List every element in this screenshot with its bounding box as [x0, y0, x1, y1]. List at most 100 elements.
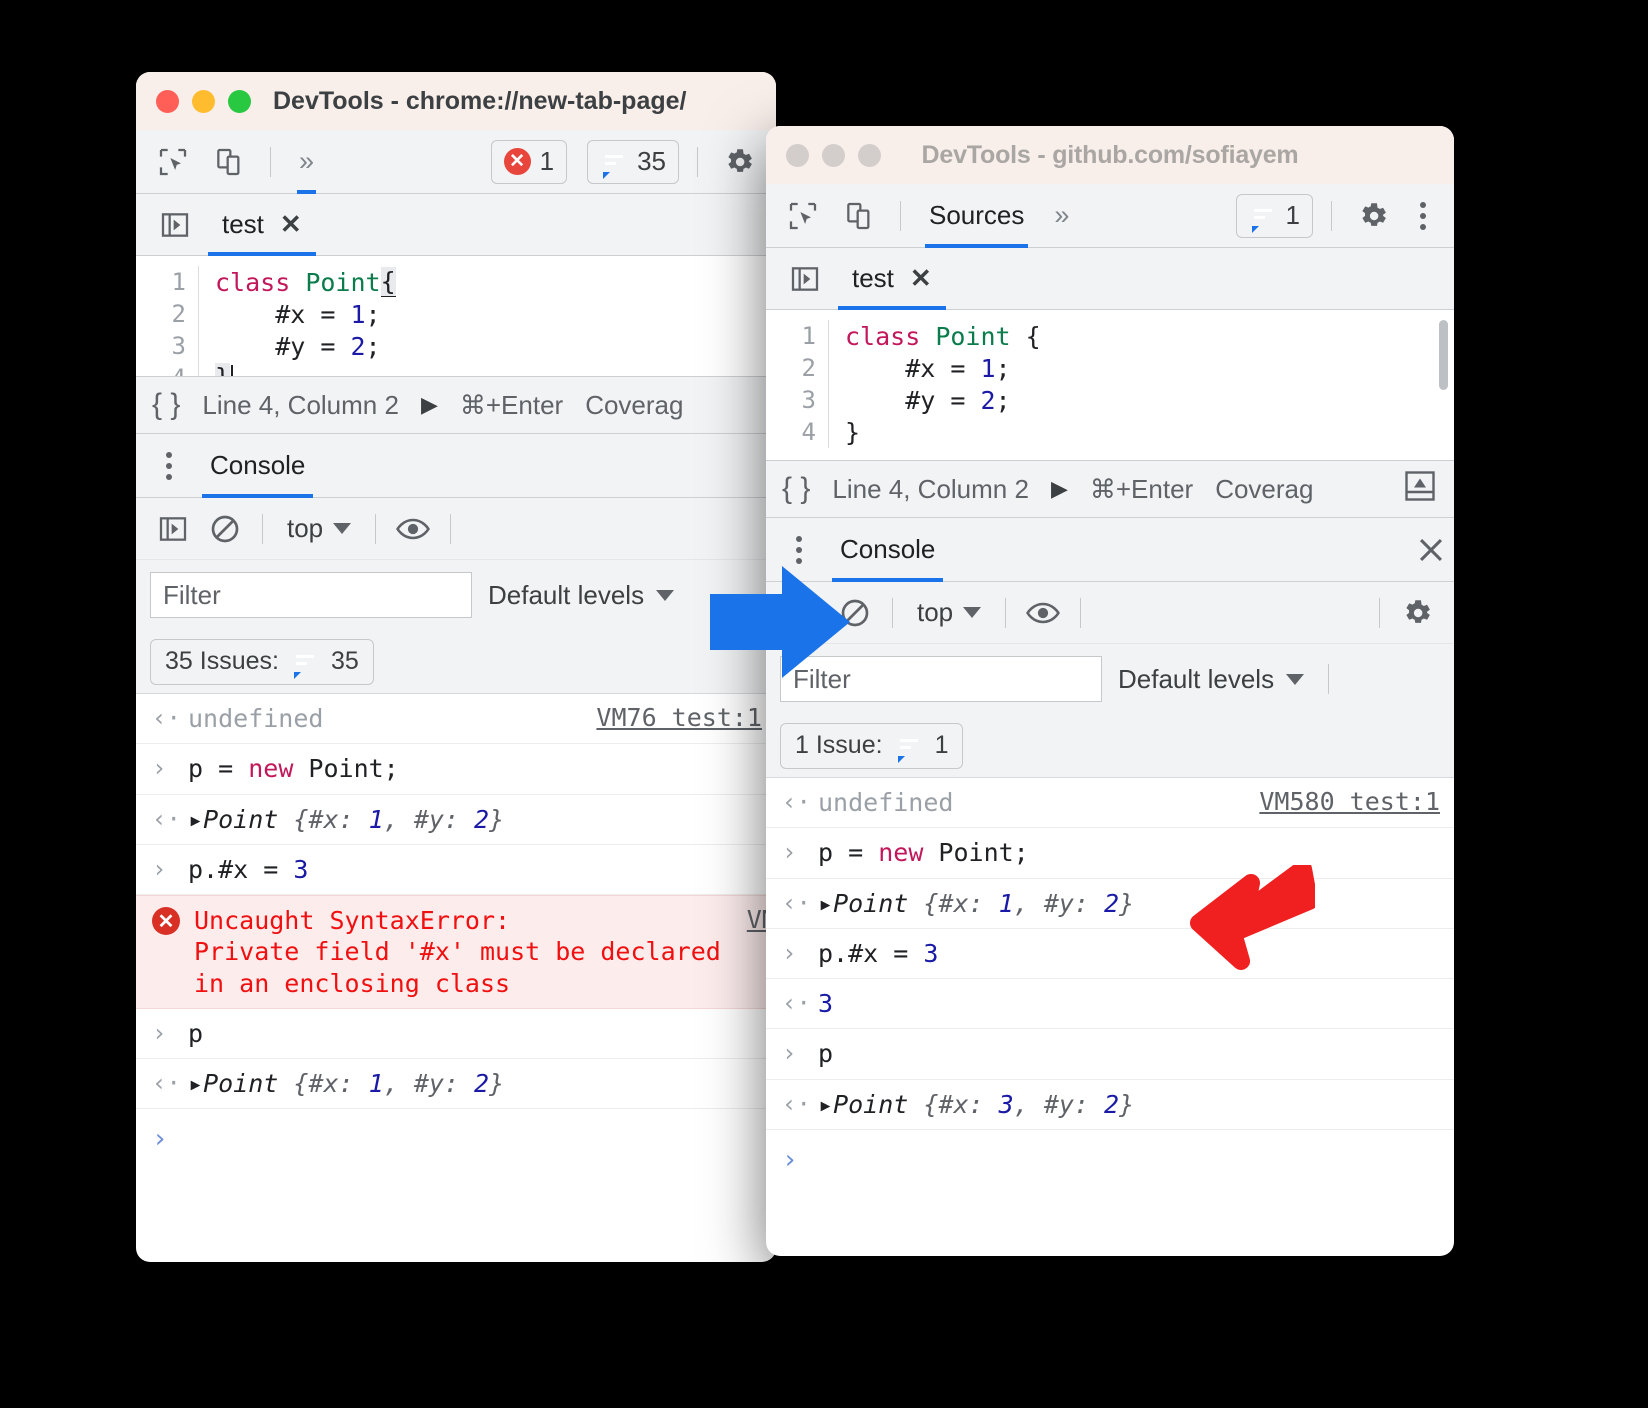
console-message-object[interactable]: ‹· ▸Point {#x: 1, #y: 2} — [136, 1059, 776, 1110]
left-file-tabs[interactable]: test ✕ — [136, 194, 776, 256]
context-label: top — [287, 513, 324, 543]
console-message-input[interactable]: › p = new Point; — [136, 744, 776, 795]
right-devtools-toolbar[interactable]: Sources » 1 — [766, 184, 1454, 248]
maximize-window-button[interactable] — [858, 143, 881, 167]
kebab-menu-icon[interactable] — [1406, 201, 1440, 230]
editor-scrollbar[interactable] — [1439, 320, 1448, 390]
pretty-print-icon[interactable]: { } — [782, 472, 810, 506]
console-message-result[interactable]: ‹· 3 — [766, 979, 1454, 1030]
device-toolbar-icon[interactable] — [206, 139, 252, 185]
message-source[interactable]: VM76 test:1 — [596, 703, 762, 732]
right-editor-statusbar[interactable]: { } Line 4, Column 2 ▶ ⌘+Enter Coverag — [766, 460, 1454, 518]
inspect-cursor-icon[interactable] — [150, 139, 196, 185]
coverage-label[interactable]: Coverag — [1215, 474, 1313, 505]
gear-icon[interactable] — [716, 139, 762, 185]
message-text: ▸Point {#x: 1, #y: 2} — [818, 888, 1135, 918]
message-source[interactable]: VM580 test:1 — [1259, 787, 1440, 816]
show-navigator-icon[interactable] — [152, 202, 198, 248]
run-snippet-icon[interactable]: ▶ — [421, 392, 438, 418]
right-console-header[interactable]: Console — [766, 518, 1454, 582]
red-callout-arrow — [1185, 860, 1318, 980]
console-message-input[interactable]: › p — [136, 1009, 776, 1059]
console-message-error[interactable]: ✕ Uncaught SyntaxError: Private field '#… — [136, 895, 776, 1009]
close-window-button[interactable] — [156, 89, 179, 113]
console-prompt[interactable]: › — [766, 1130, 1454, 1191]
issues-chip[interactable]: 1 Issue: 1 — [780, 722, 964, 769]
right-filter-row[interactable]: Default levels — [766, 644, 1454, 714]
left-issues-bar[interactable]: 35 Issues: 35 — [136, 630, 776, 694]
run-shortcut: ⌘+Enter — [1089, 473, 1194, 504]
cursor-position: Line 4, Column 2 — [832, 473, 1029, 504]
message-text: p.#x = 3 — [188, 854, 309, 884]
close-icon[interactable]: ✕ — [280, 209, 302, 240]
right-console-messages[interactable]: ‹· undefined VM580 test:1 › p = new Poin… — [766, 778, 1454, 1191]
right-code-editor[interactable]: 1 class Point { 2 #x = 1; 3 #y = 2; 4 } — [766, 310, 1454, 460]
kebab-menu-icon[interactable] — [152, 451, 186, 480]
error-counter[interactable]: ✕ 1 — [490, 139, 568, 184]
console-message-input[interactable]: › p.#x = 3 — [766, 929, 1454, 979]
console-sidebar-icon[interactable] — [150, 506, 196, 552]
more-panels-button[interactable]: » — [1044, 202, 1079, 229]
traffic-lights[interactable] — [156, 89, 251, 113]
left-editor-statusbar[interactable]: { } Line 4, Column 2 ▶ ⌘+Enter Coverag — [136, 376, 776, 434]
show-drawer-icon[interactable] — [1402, 468, 1438, 511]
execution-context-selector[interactable]: top — [277, 513, 361, 544]
execution-context-selector[interactable]: top — [907, 597, 991, 628]
console-message-object[interactable]: ‹· ▸Point {#x: 1, #y: 2} — [766, 879, 1454, 929]
left-console-toolbar[interactable]: top — [136, 498, 776, 560]
tab-console[interactable]: Console — [202, 434, 314, 498]
close-window-button[interactable] — [786, 143, 809, 167]
console-message-result[interactable]: ‹· undefined VM76 test:1 — [136, 694, 776, 745]
console-divider-2 — [375, 513, 377, 544]
right-console-toolbar[interactable]: top — [766, 582, 1454, 644]
left-window-title: DevTools - chrome://new-tab-page/ — [273, 86, 687, 115]
console-message-input[interactable]: › p — [766, 1029, 1454, 1080]
file-tab-test[interactable]: test ✕ — [208, 194, 316, 256]
left-filter-row[interactable]: Default levels — [136, 560, 776, 630]
issues-chip[interactable]: 35 Issues: 35 — [150, 638, 374, 685]
console-message-object[interactable]: ‹· ▸Point {#x: 3, #y: 2} — [766, 1080, 1454, 1130]
panel-tab-sources[interactable]: Sources — [919, 184, 1034, 248]
gear-icon[interactable] — [1394, 590, 1440, 636]
right-file-tabs[interactable]: test ✕ — [766, 248, 1454, 310]
result-marker: ‹· — [152, 1069, 181, 1097]
console-prompt[interactable]: › — [136, 1109, 776, 1170]
maximize-window-button[interactable] — [228, 89, 251, 113]
issues-counter[interactable]: 35 — [587, 139, 679, 184]
issues-counter[interactable]: 1 — [1235, 193, 1313, 238]
device-toolbar-icon[interactable] — [836, 193, 882, 239]
minimize-window-button[interactable] — [822, 143, 845, 167]
log-levels-dropdown[interactable]: Default levels — [1118, 664, 1305, 695]
close-icon[interactable] — [1408, 527, 1454, 573]
devtools-window-left[interactable]: DevTools - chrome://new-tab-page/ » ✕ 1 … — [136, 72, 776, 1262]
minimize-window-button[interactable] — [192, 89, 215, 113]
gear-icon[interactable] — [1350, 193, 1396, 239]
left-console-messages[interactable]: ‹· undefined VM76 test:1 › p = new Point… — [136, 694, 776, 1170]
console-message-result[interactable]: ‹· undefined VM580 test:1 — [766, 778, 1454, 829]
traffic-lights[interactable] — [786, 143, 881, 167]
file-tab-test[interactable]: test ✕ — [838, 248, 946, 310]
clear-console-icon[interactable] — [202, 506, 248, 552]
left-code-editor[interactable]: 1 class Point { 2 #x = 1; 3 #y = 2; 4 } — [136, 256, 776, 376]
console-message-object[interactable]: ‹· ▸Point {#x: 1, #y: 2} — [136, 795, 776, 845]
issue-icon — [291, 649, 319, 679]
pretty-print-icon[interactable]: { } — [152, 388, 180, 422]
console-message-input[interactable]: › p = new Point; — [766, 828, 1454, 879]
coverage-label[interactable]: Coverag — [585, 390, 683, 421]
right-issues-bar[interactable]: 1 Issue: 1 — [766, 714, 1454, 778]
left-devtools-toolbar[interactable]: » ✕ 1 35 — [136, 130, 776, 194]
console-message-input[interactable]: › p.#x = 3 — [136, 845, 776, 895]
live-expression-icon[interactable] — [1020, 590, 1066, 636]
left-console-header[interactable]: Console — [136, 434, 776, 498]
live-expression-icon[interactable] — [390, 506, 436, 552]
issue-icon — [600, 149, 628, 179]
run-snippet-icon[interactable]: ▶ — [1051, 476, 1068, 502]
inspect-cursor-icon[interactable] — [780, 193, 826, 239]
close-icon[interactable]: ✕ — [910, 263, 932, 294]
message-text: p — [818, 1039, 834, 1069]
log-levels-dropdown[interactable]: Default levels — [488, 580, 675, 611]
filter-input[interactable] — [150, 572, 472, 618]
devtools-window-right[interactable]: DevTools - github.com/sofiayem Sources » — [766, 126, 1454, 1256]
show-navigator-icon[interactable] — [782, 256, 828, 302]
more-panels-button[interactable]: » — [289, 130, 324, 194]
